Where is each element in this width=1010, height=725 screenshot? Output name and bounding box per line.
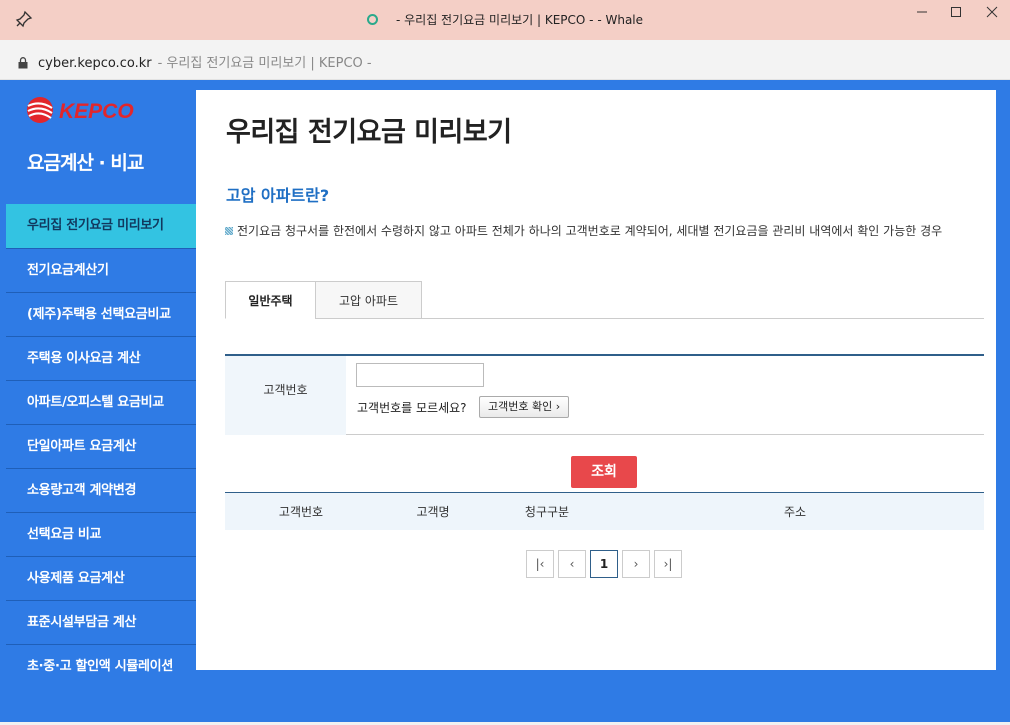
sidebar-item-facility-charge[interactable]: 표준시설부담금 계산 xyxy=(6,600,196,644)
customer-number-label: 고객번호 xyxy=(225,356,346,435)
minimize-icon[interactable] xyxy=(912,6,932,26)
column-header-customer-number: 고객번호 xyxy=(278,505,324,519)
forgot-number-text: 고객번호를 모르세요? xyxy=(357,401,467,415)
customer-number-input[interactable] xyxy=(356,363,484,387)
sidebar-item-bill-preview[interactable]: 우리집 전기요금 미리보기 xyxy=(6,204,213,248)
results-table-header: 고객번호 고객명 청구구분 주소 xyxy=(225,492,984,530)
url-page-title: - 우리집 전기요금 미리보기 | KEPCO - xyxy=(157,56,372,71)
tab-bar: 일반주택 고압 아파트 xyxy=(225,281,984,319)
kepco-logo[interactable]: KEPCO xyxy=(25,96,151,124)
last-page-button[interactable]: ›| xyxy=(654,550,682,578)
sidebar-item-small-capacity[interactable]: 소용량고객 계약변경 xyxy=(6,468,196,512)
customer-form: 고객번호 고객번호를 모르세요? 고객번호 확인 › xyxy=(225,354,984,435)
url-text[interactable]: cyber.kepco.co.kr - 우리집 전기요금 미리보기 | KEPCO… xyxy=(38,52,372,71)
tab-general-house[interactable]: 일반주택 xyxy=(225,281,316,319)
column-header-customer-name: 고객명 xyxy=(416,505,450,519)
bullet-icon xyxy=(225,227,233,235)
close-icon[interactable] xyxy=(982,6,1002,26)
sidebar-item-product-fee[interactable]: 사용제품 요금계산 xyxy=(6,556,196,600)
sidebar-item-school-discount[interactable]: 초·중·고 할인액 시뮬레이션 xyxy=(6,644,196,688)
column-header-address: 주소 xyxy=(783,505,807,519)
sidebar-item-moving-fee[interactable]: 주택용 이사요금 계산 xyxy=(6,336,196,380)
prev-page-button[interactable]: ‹ xyxy=(558,550,586,578)
next-page-button[interactable]: › xyxy=(622,550,650,578)
column-header-billing-type: 청구구분 xyxy=(524,505,570,519)
loading-icon xyxy=(366,14,378,25)
search-button[interactable]: 조회 xyxy=(571,456,637,488)
page-number-current[interactable]: 1 xyxy=(590,550,618,578)
maximize-icon[interactable] xyxy=(946,6,966,26)
sidebar-item-calculator[interactable]: 전기요금계산기 xyxy=(6,248,196,292)
check-customer-number-button[interactable]: 고객번호 확인 › xyxy=(479,396,570,418)
page-title: 우리집 전기요금 미리보기 xyxy=(226,117,512,148)
section-heading: 고압 아파트란? xyxy=(226,186,330,205)
window-title: - 우리집 전기요금 미리보기 | KEPCO - - Whale xyxy=(0,11,1010,28)
sidebar-section-title: 요금계산 · 비교 xyxy=(27,152,144,174)
sidebar-menu: 우리집 전기요금 미리보기 전기요금계산기 (제주)주택용 선택요금비교 주택용… xyxy=(6,204,213,688)
lock-icon xyxy=(18,54,28,69)
logo-text: KEPCO xyxy=(59,100,134,123)
sidebar-item-single-apt[interactable]: 단일아파트 요금계산 xyxy=(6,424,196,468)
first-page-button[interactable]: |‹ xyxy=(526,550,554,578)
sidebar: KEPCO 요금계산 · 비교 우리집 전기요금 미리보기 전기요금계산기 (제… xyxy=(0,80,213,725)
description: 전기요금 청구서를 한전에서 수령하지 않고 아파트 전체가 하나의 고객번호로… xyxy=(225,220,985,242)
sidebar-item-jeju-compare[interactable]: (제주)주택용 선택요금비교 xyxy=(6,292,196,336)
sidebar-item-apt-officetel[interactable]: 아파트/오피스텔 요금비교 xyxy=(6,380,196,424)
description-text: 전기요금 청구서를 한전에서 수령하지 않고 아파트 전체가 하나의 고객번호로… xyxy=(237,224,943,238)
window-title-text: - 우리집 전기요금 미리보기 | KEPCO - - Whale xyxy=(395,13,644,27)
address-bar[interactable]: cyber.kepco.co.kr - 우리집 전기요금 미리보기 | KEPCO… xyxy=(0,40,1010,80)
main-panel: 우리집 전기요금 미리보기 고압 아파트란? 전기요금 청구서를 한전에서 수령… xyxy=(196,90,996,670)
browser-titlebar: - 우리집 전기요금 미리보기 | KEPCO - - Whale xyxy=(0,0,1010,40)
url-domain: cyber.kepco.co.kr xyxy=(38,56,152,71)
sidebar-item-selective-rate[interactable]: 선택요금 비교 xyxy=(6,512,196,556)
tab-high-voltage-apt[interactable]: 고압 아파트 xyxy=(315,281,422,319)
